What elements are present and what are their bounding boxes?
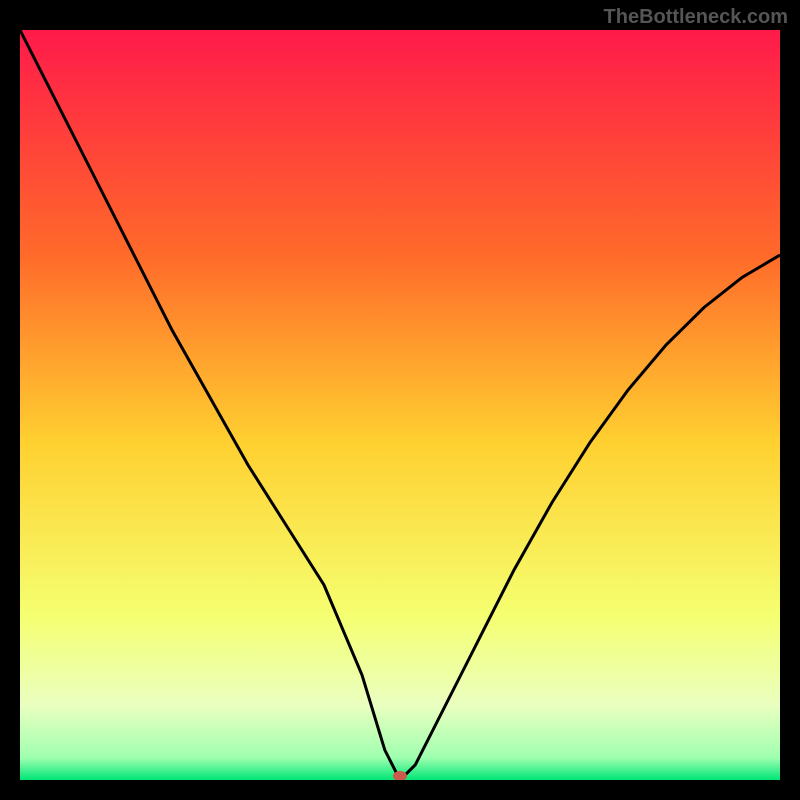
watermark-label: TheBottleneck.com — [604, 6, 788, 29]
plot-area — [20, 30, 780, 780]
chart-svg — [20, 30, 780, 780]
chart-frame: TheBottleneck.com — [0, 0, 800, 800]
gradient-background — [20, 30, 780, 780]
